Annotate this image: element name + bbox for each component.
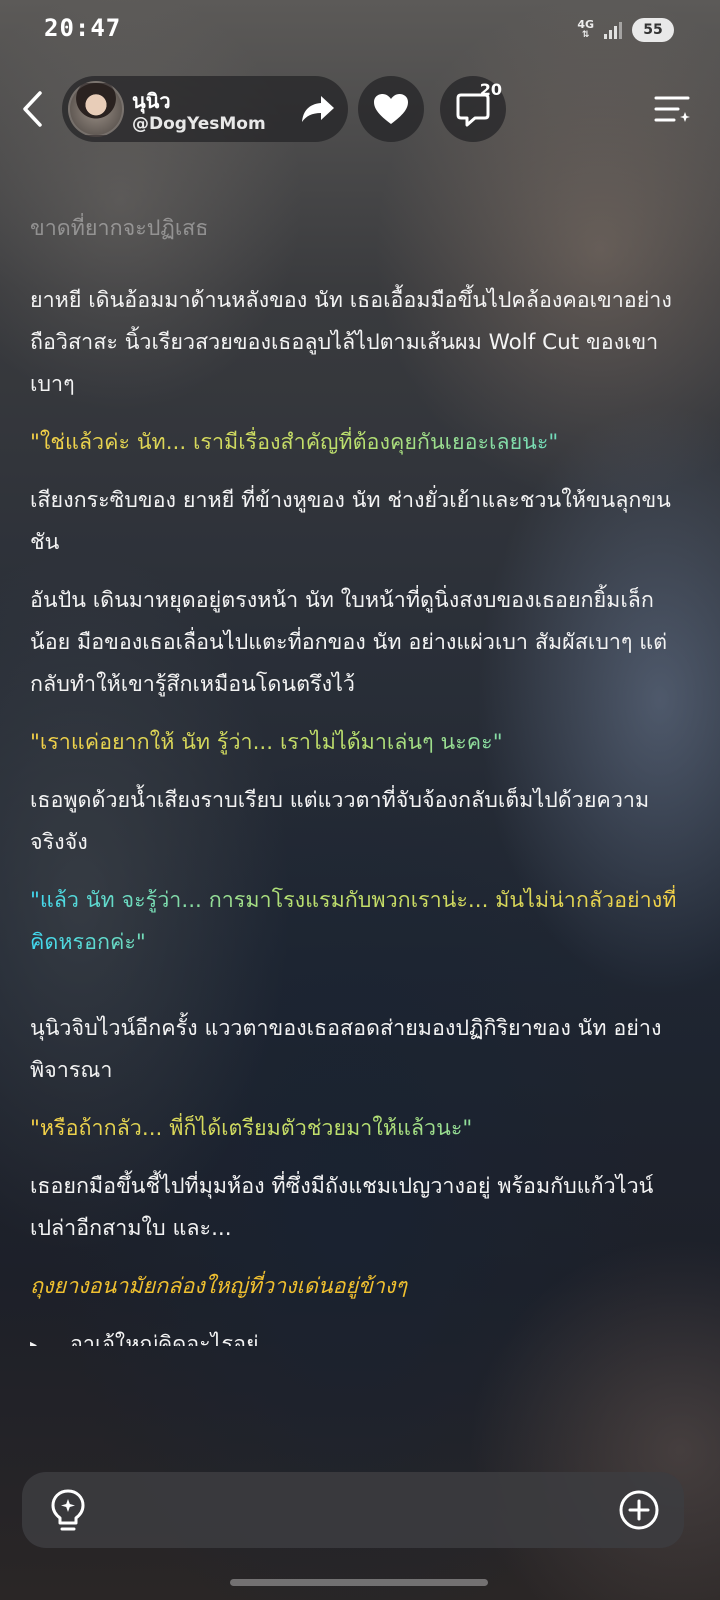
home-indicator[interactable]	[230, 1579, 488, 1586]
author-handle: @DogYesMom	[132, 114, 266, 134]
share-icon[interactable]	[300, 94, 336, 124]
narration-paragraph: เธอพูดด้วยน้ำเสียงราบเรียบ แต่แววตาที่จั…	[30, 788, 650, 855]
comment-button[interactable]: 20	[440, 76, 506, 142]
status-bar: 20:47 4G ⇅ 55	[0, 0, 720, 62]
story-content: ขาดที่ยากจะปฏิเสธ ยาหยี เดินอ้อมมาด้านหล…	[30, 208, 692, 1346]
network-type: 4G	[577, 18, 594, 31]
back-button[interactable]	[14, 88, 50, 130]
dialogue-paragraph: "เราแค่อยากให้ นัท รู้ว่า... เราไม่ได้มา…	[30, 722, 692, 764]
author-pill[interactable]: นุนิว @DogYesMom	[62, 76, 348, 142]
battery-icon: 55	[632, 18, 674, 42]
back-icon	[23, 91, 42, 127]
narration-paragraph: ยาหยี เดินอ้อมมาด้านหลังของ นัท เธอเอื้อ…	[30, 288, 672, 397]
dialogue-paragraph: "หรือถ้ากลัว... พี่ก็ได้เตรียมตัวช่วยมาใ…	[30, 1108, 692, 1150]
status-icons: 4G ⇅ 55	[577, 18, 674, 42]
dialogue-paragraph: "แล้ว นัท จะรู้ว่า... การมาโรงแรมกับพวกเ…	[30, 880, 692, 964]
bottom-input-bar[interactable]	[22, 1472, 684, 1548]
lightbulb-icon[interactable]	[48, 1488, 88, 1534]
plus-circle-icon[interactable]	[618, 1489, 660, 1531]
status-time: 20:47	[44, 14, 122, 42]
choice-bullet-text: อาเจ้ใหญ่คิดอะไรอยู่	[70, 1332, 259, 1346]
comment-count: 20	[479, 80, 502, 99]
menu-icon[interactable]	[652, 92, 692, 126]
choice-bullet[interactable]: ▸ อาเจ้ใหญ่คิดอะไรอยู่	[30, 1324, 692, 1346]
avatar[interactable]	[68, 81, 124, 137]
signal-icon	[604, 21, 622, 39]
narration-paragraph: นุนิวจิบไวน์อีกครั้ง แววตาของเธอสอดส่ายม…	[30, 1016, 662, 1083]
italic-highlight-paragraph: ถุงยางอนามัยกล่องใหญ่ที่วางเด่นอยู่ข้างๆ	[30, 1274, 407, 1299]
narration-paragraph: เธอยกมือขึ้นชี้ไปที่มุมห้อง ที่ซึ่งมีถัง…	[30, 1174, 654, 1241]
narration-paragraph: อันปัน เดินมาหยุดอยู่ตรงหน้า นัท ใบหน้าท…	[30, 588, 668, 697]
narration-paragraph: เสียงกระซิบของ ยาหยี ที่ข้างหูของ นัท ช่…	[30, 488, 671, 555]
dialogue-paragraph: "ใช่แล้วค่ะ นัท... เรามีเรื่องสำคัญที่ต้…	[30, 422, 692, 464]
heart-icon	[374, 94, 408, 124]
author-name: นุนิว	[132, 89, 171, 113]
network-indicator: 4G ⇅	[577, 18, 594, 40]
bullet-triangle-icon: ▸	[30, 1337, 38, 1346]
like-button[interactable]	[358, 76, 424, 142]
reader-header: นุนิว @DogYesMom 20	[0, 74, 720, 144]
faded-text-line: ขาดที่ยากจะปฏิเสธ	[30, 216, 209, 241]
